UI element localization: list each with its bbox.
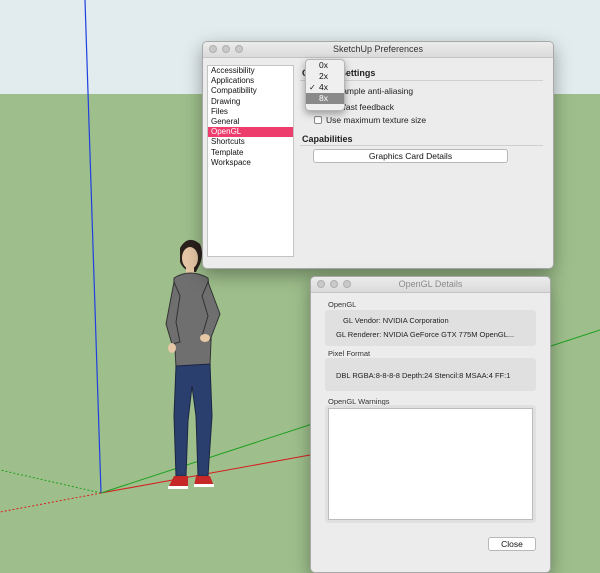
aa-option-label: 4x — [319, 82, 328, 92]
aa-option-label: 2x — [319, 71, 328, 81]
close-window-icon[interactable] — [209, 45, 217, 53]
opengl-details-window[interactable]: OpenGL Details OpenGL GL Vendor: NVIDIA … — [310, 276, 551, 573]
category-item-shortcuts[interactable]: Shortcuts — [208, 137, 293, 147]
opengl-group-label: OpenGL — [328, 300, 357, 309]
preferences-title: SketchUp Preferences — [332, 44, 424, 54]
max-texture-label: Use maximum texture size — [326, 115, 427, 125]
checkmark-icon: ✓ — [309, 83, 316, 92]
category-item-drawing[interactable]: Drawing — [208, 97, 293, 107]
aa-option-4x[interactable]: ✓ 4x — [306, 82, 344, 93]
close-button[interactable]: Close — [488, 537, 536, 551]
aa-option-label: 0x — [319, 60, 328, 70]
zoom-window-icon[interactable] — [235, 45, 243, 53]
aa-option-8x[interactable]: 8x — [306, 93, 344, 104]
preferences-titlebar[interactable]: SketchUp Preferences — [203, 42, 553, 58]
category-item-opengl[interactable]: OpenGL — [208, 127, 293, 138]
red-axis-dotted — [0, 492, 102, 513]
antialiasing-dropdown-menu[interactable]: 0x 2x ✓ 4x 8x — [305, 59, 345, 111]
green-axis-dotted — [0, 469, 102, 494]
blue-axis — [84, 0, 102, 494]
close-window-icon[interactable] — [317, 280, 325, 288]
opengl-details-titlebar[interactable]: OpenGL Details — [311, 277, 550, 293]
category-item-files[interactable]: Files — [208, 107, 293, 117]
category-item-workspace[interactable]: Workspace — [208, 158, 293, 168]
zoom-window-icon[interactable] — [343, 280, 351, 288]
divider — [300, 145, 543, 146]
preferences-window[interactable]: SketchUp Preferences Accessibility Appli… — [202, 41, 554, 269]
category-item-applications[interactable]: Applications — [208, 76, 293, 86]
pixel-format-label: Pixel Format — [328, 349, 371, 358]
max-texture-checkbox[interactable] — [314, 116, 322, 124]
category-list[interactable]: Accessibility Applications Compatibility… — [207, 65, 294, 257]
window-controls — [209, 45, 243, 53]
category-item-general[interactable]: General — [208, 117, 293, 127]
minimize-window-icon[interactable] — [330, 280, 338, 288]
category-item-accessibility[interactable]: Accessibility — [208, 66, 293, 76]
opengl-details-title: OpenGL Details — [398, 279, 463, 289]
capabilities-heading: Capabilities — [302, 134, 353, 144]
gl-vendor-text: GL Vendor: NVIDIA Corporation — [343, 316, 449, 325]
max-texture-row[interactable]: Use maximum texture size — [314, 115, 426, 125]
aa-option-0x[interactable]: 0x — [306, 60, 344, 71]
opengl-warnings-textarea[interactable] — [328, 408, 533, 520]
window-controls — [317, 280, 351, 288]
aa-option-2x[interactable]: 2x — [306, 71, 344, 82]
category-item-template[interactable]: Template — [208, 148, 293, 158]
aa-option-label: 8x — [319, 93, 328, 103]
gl-renderer-text: GL Renderer: NVIDIA GeForce GTX 775M Ope… — [336, 330, 515, 339]
person-figure[interactable] — [150, 236, 250, 496]
category-item-compatibility[interactable]: Compatibility — [208, 86, 293, 96]
graphics-card-details-button[interactable]: Graphics Card Details — [313, 149, 508, 163]
minimize-window-icon[interactable] — [222, 45, 230, 53]
pixel-format-text: DBL RGBA:8-8-8-8 Depth:24 Stencil:8 MSAA… — [336, 371, 511, 380]
